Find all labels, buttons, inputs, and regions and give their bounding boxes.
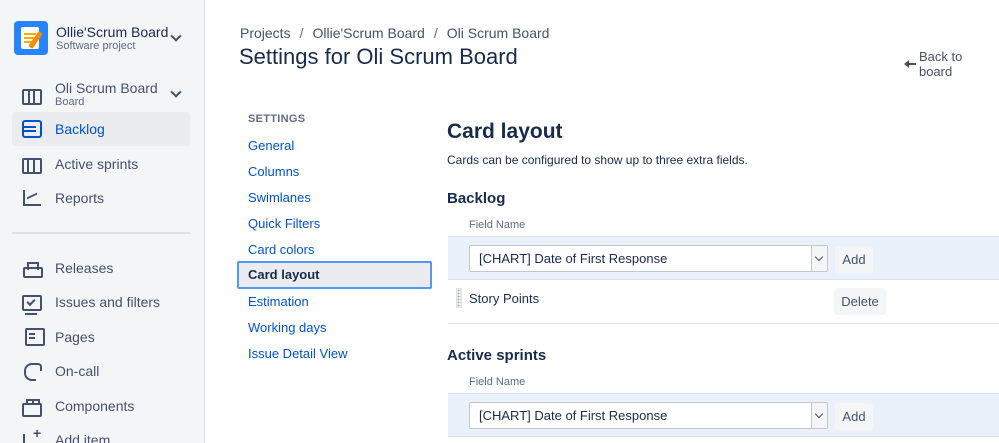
settings-nav-card-layout[interactable]: Card layout — [237, 261, 432, 289]
backlog-field-select-value: [CHART] Date of First Response — [479, 251, 668, 266]
backlog-icon — [22, 120, 42, 138]
project-sidebar: Ollie'Scrum Board Software project Oli S… — [0, 0, 205, 443]
settings-nav-columns[interactable]: Columns — [248, 164, 299, 179]
field-name: Story Points — [469, 291, 540, 306]
sidebar-item-issues-and-filters[interactable]: Issues and filters — [12, 285, 190, 319]
project-switcher[interactable]: Ollie'Scrum Board Software project — [14, 20, 194, 56]
breadcrumb-separator: / — [433, 25, 438, 41]
back-to-board-label: Back to board — [918, 49, 963, 79]
issues-icon — [22, 295, 42, 315]
on-call-icon — [22, 361, 42, 381]
card-layout-description: Cards can be configured to show up to th… — [447, 153, 748, 167]
reports-icon — [22, 188, 42, 208]
add-item-icon — [22, 425, 42, 443]
active-sprints-add-field-row: [CHART] Date of First Response Add — [448, 393, 999, 437]
sidebar-item-label: Components — [55, 398, 135, 414]
backlog-field-name-header: Field Name — [469, 219, 526, 231]
breadcrumb: Projects / Ollie'Scrum Board / Oli Scrum… — [240, 25, 549, 41]
chevron-down-icon — [811, 246, 827, 271]
board-type: Board — [55, 96, 85, 108]
breadcrumb-board[interactable]: Oli Scrum Board — [447, 25, 550, 41]
settings-nav-quick-filters[interactable]: Quick Filters — [248, 216, 320, 231]
breadcrumb-projects[interactable]: Projects — [240, 25, 291, 41]
settings-nav-swimlanes[interactable]: Swimlanes — [248, 190, 311, 205]
breadcrumb-separator: / — [299, 25, 304, 41]
backlog-field-select[interactable]: [CHART] Date of First Response — [469, 245, 828, 272]
sidebar-item-components[interactable]: Components — [12, 389, 190, 423]
settings-nav-general[interactable]: General — [248, 138, 294, 153]
sidebar-divider — [12, 232, 190, 234]
table-row: Story Points Delete — [448, 280, 999, 324]
sidebar-item-label: Reports — [55, 190, 105, 206]
page-title: Settings for Oli Scrum Board — [239, 44, 518, 69]
board-icon — [22, 89, 42, 105]
back-to-board-link[interactable]: Back to board — [904, 49, 999, 79]
settings-nav-heading: SETTINGS — [248, 113, 306, 125]
active-sprints-field-name-header: Field Name — [469, 376, 526, 388]
sidebar-item-active-sprints[interactable]: Active sprints — [12, 147, 190, 181]
sidebar-item-label: Active sprints — [55, 156, 139, 172]
active-sprints-section-title: Active sprints — [447, 347, 547, 364]
active-sprints-field-select-value: [CHART] Date of First Response — [479, 408, 668, 423]
sidebar-item-label: Backlog — [55, 121, 105, 137]
settings-nav-issue-detail-view[interactable]: Issue Detail View — [248, 346, 347, 361]
board-title: Oli Scrum Board — [55, 80, 158, 96]
sidebar-item-on-call[interactable]: On-call — [12, 354, 190, 388]
chevron-down-icon — [811, 403, 827, 428]
sidebar-item-label: On-call — [55, 363, 100, 379]
backlog-add-button[interactable]: Add — [835, 246, 873, 273]
project-type: Software project — [56, 39, 136, 52]
drag-handle-icon[interactable] — [456, 288, 462, 308]
settings-nav-estimation[interactable]: Estimation — [248, 294, 309, 309]
card-layout-title: Card layout — [447, 120, 563, 143]
sidebar-item-label: Add item — [55, 432, 111, 443]
sidebar-item-label: Releases — [55, 260, 114, 276]
backlog-add-field-row: [CHART] Date of First Response Add — [448, 236, 999, 280]
sidebar-item-add-item[interactable]: Add item — [12, 423, 190, 443]
sidebar-item-label: Pages — [55, 329, 95, 345]
board-switcher[interactable]: Oli Scrum Board Board — [12, 78, 190, 112]
settings-nav-card-colors[interactable]: Card colors — [248, 242, 314, 257]
sidebar-item-reports[interactable]: Reports — [12, 181, 190, 215]
project-avatar-icon — [14, 21, 48, 55]
active-sprints-add-button[interactable]: Add — [835, 403, 873, 430]
arrow-left-icon — [904, 59, 916, 69]
sidebar-item-label: Issues and filters — [55, 294, 161, 310]
settings-nav-working-days[interactable]: Working days — [248, 320, 327, 335]
components-icon — [22, 399, 42, 417]
active-sprints-field-select[interactable]: [CHART] Date of First Response — [469, 402, 828, 429]
sidebar-item-backlog[interactable]: Backlog — [12, 112, 190, 146]
sidebar-item-pages[interactable]: Pages — [12, 320, 190, 354]
delete-field-button[interactable]: Delete — [834, 288, 886, 315]
sidebar-item-releases[interactable]: Releases — [12, 251, 190, 285]
project-title: Ollie'Scrum Board — [56, 23, 169, 40]
backlog-section-title: Backlog — [447, 190, 506, 207]
active-sprints-icon — [22, 158, 42, 174]
pages-icon — [25, 328, 45, 346]
breadcrumb-project[interactable]: Ollie'Scrum Board — [312, 25, 424, 41]
releases-icon — [22, 258, 43, 278]
